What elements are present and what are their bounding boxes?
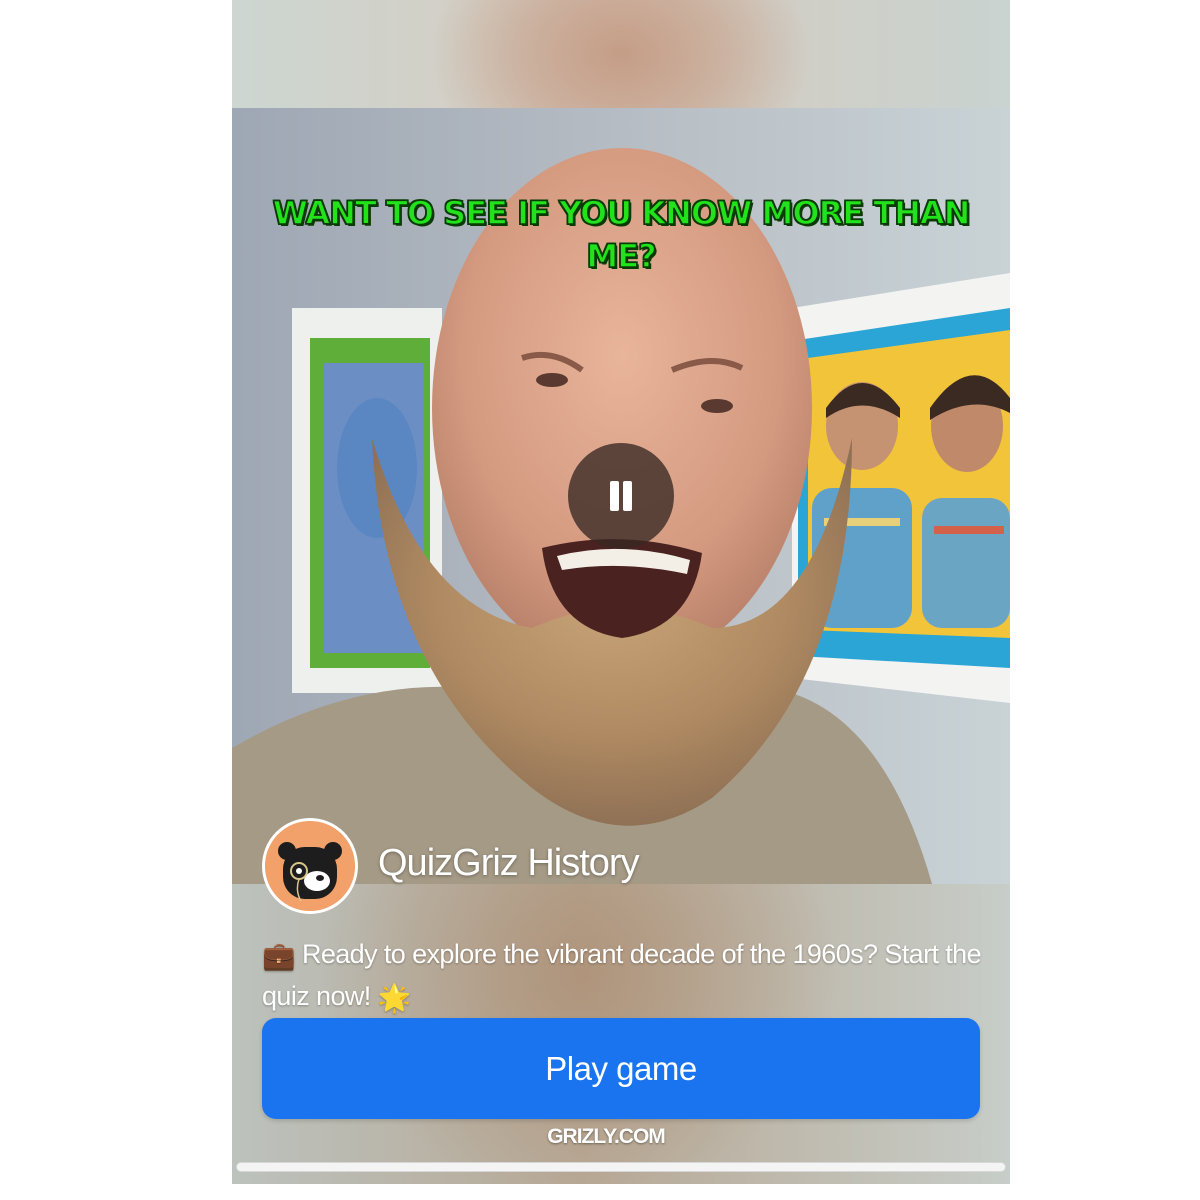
- briefcase-icon: 💼: [262, 941, 296, 971]
- blurred-background-top: [232, 0, 1010, 108]
- play-game-button[interactable]: Play game: [262, 1018, 980, 1119]
- pause-icon: [610, 481, 619, 511]
- video-progress-bar[interactable]: [236, 1162, 1006, 1172]
- advertiser-domain[interactable]: GRIZLY.COM: [232, 1125, 980, 1149]
- ad-description: 💼 Ready to explore the vibrant decade of…: [262, 934, 982, 1018]
- video-ad-card: WANT TO SEE IF YOU KNOW MORE THAN ME? Qu…: [232, 0, 1010, 1184]
- right-poster: [792, 273, 1010, 703]
- glowing-star-icon: 🌟: [377, 983, 412, 1013]
- video-caption: WANT TO SEE IF YOU KNOW MORE THAN ME?: [272, 193, 971, 276]
- advertiser-avatar[interactable]: [262, 818, 358, 914]
- video-player[interactable]: WANT TO SEE IF YOU KNOW MORE THAN ME?: [232, 108, 1010, 884]
- pause-icon-bar: [623, 481, 632, 511]
- bear-monocle-icon: [265, 821, 355, 911]
- ad-description-text: Ready to explore the vibrant decade of t…: [262, 939, 982, 1011]
- pause-button[interactable]: [568, 443, 674, 549]
- advertiser-name[interactable]: QuizGriz History: [378, 842, 640, 885]
